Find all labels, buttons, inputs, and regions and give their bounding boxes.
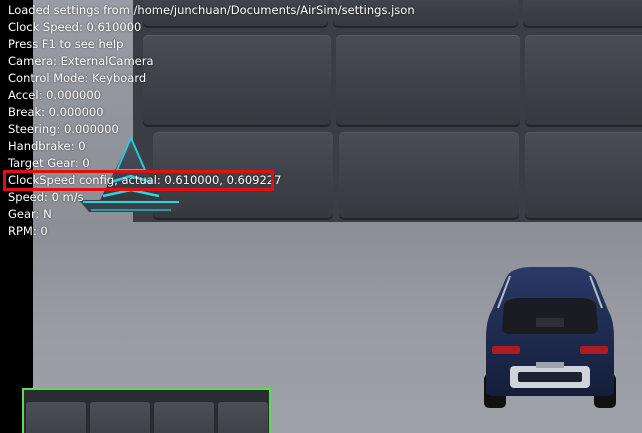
subwindow-wall-panel xyxy=(218,402,268,433)
hud-overlay: Loaded settings from /home/junchuan/Docu… xyxy=(8,2,415,240)
wall-panel xyxy=(525,132,642,220)
highlight-box xyxy=(3,170,274,191)
simulator-viewport[interactable]: Loaded settings from /home/junchuan/Docu… xyxy=(0,0,642,433)
wall-panel xyxy=(525,35,642,127)
hud-line-rpm: RPM: 0 xyxy=(8,224,48,238)
hud-line-gear: Gear: N xyxy=(8,207,52,221)
hud-line-accel: Accel: 0.000000 xyxy=(8,88,101,102)
hud-line-control-mode: Control Mode: Keyboard xyxy=(8,71,147,85)
hud-line-handbrake: Handbrake: 0 xyxy=(8,139,86,153)
hud-line-break: Break: 0.000000 xyxy=(8,105,104,119)
wall-panel xyxy=(523,0,642,28)
subwindow-wall-panel xyxy=(26,402,86,433)
hud-line-help-hint: Press F1 to see help xyxy=(8,37,124,51)
hud-line-camera: Camera: ExternalCamera xyxy=(8,54,154,68)
hud-line-clock-speed: Clock Speed: 0.610000 xyxy=(8,20,142,34)
subwindow-wall-panel xyxy=(90,402,150,433)
hud-line-settings-path: Loaded settings from /home/junchuan/Docu… xyxy=(8,3,415,17)
hud-line-speed: Speed: 0 m/s xyxy=(8,190,84,204)
hud-line-steering: Steering: 0.000000 xyxy=(8,122,119,136)
camera-subwindow[interactable] xyxy=(22,388,271,433)
car xyxy=(484,267,616,408)
subwindow-wall-panel xyxy=(154,402,214,433)
